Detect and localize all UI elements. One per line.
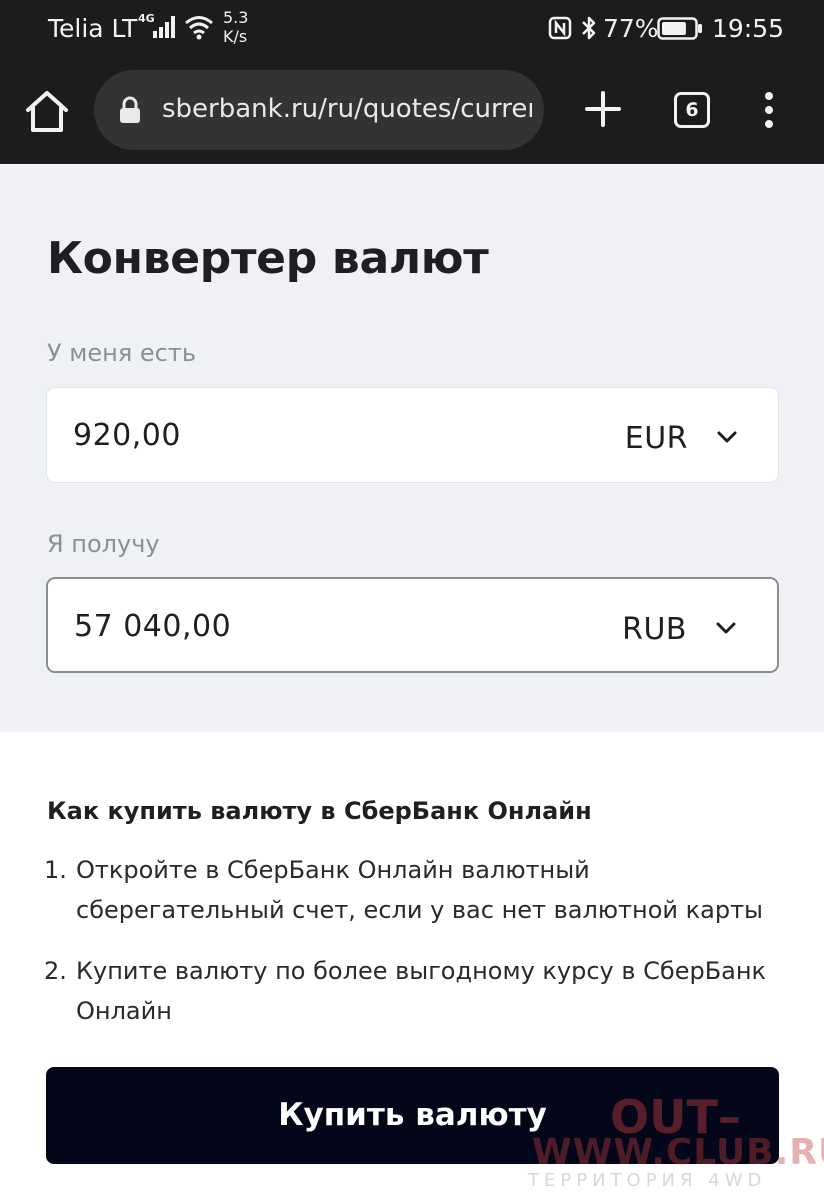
step-number: 1. [44, 856, 67, 884]
currency-converter: Конвертер валют У меня есть 920,00 EUR Я… [0, 165, 824, 732]
watermark-tagline: ТЕРРИТОРИЯ 4WD [528, 1170, 767, 1191]
kebab-menu-icon[interactable] [758, 90, 780, 130]
browser-toolbar: sberbank.ru/ru/quotes/currencyconverter … [0, 60, 824, 164]
get-amount-field[interactable]: 57 040,00 RUB [46, 577, 779, 673]
get-amount-value[interactable]: 57 040,00 [74, 609, 231, 644]
battery-icon [657, 17, 702, 40]
step-text: Откройте в СберБанк Онлайн валютный сбер… [76, 856, 763, 924]
chevron-down-icon[interactable] [715, 621, 737, 635]
nfc-icon [548, 16, 572, 40]
bluetooth-icon [582, 16, 596, 40]
watermark-url: WWW.CLUB.RU [532, 1132, 824, 1173]
status-bar: Telia LT 4G 5.3 K/s 77% 19:55 [0, 0, 824, 60]
have-amount-value[interactable]: 920,00 [73, 418, 181, 453]
battery-percent: 77% [603, 14, 659, 43]
wifi-icon [185, 16, 213, 40]
have-amount-field[interactable]: 920,00 EUR [46, 387, 779, 483]
step-text: Купите валюту по более выгодному курсу в… [76, 957, 767, 1025]
speed-value: 5.3 [223, 8, 249, 27]
url-text[interactable]: sberbank.ru/ru/quotes/currencyconverter [162, 94, 532, 124]
speed-unit: K/s [223, 27, 248, 46]
tabs-icon[interactable]: 6 [674, 92, 710, 128]
tab-count: 6 [685, 99, 699, 121]
signal-icon [153, 16, 175, 38]
lock-icon [120, 96, 140, 123]
home-icon[interactable] [22, 88, 72, 134]
network-speed: 5.3 K/s [223, 8, 248, 46]
plus-icon[interactable] [584, 90, 622, 128]
info-title: Как купить валюту в СберБанк Онлайн [47, 797, 592, 825]
chevron-down-icon[interactable] [716, 430, 738, 444]
address-bar[interactable]: sberbank.ru/ru/quotes/currencyconverter [94, 70, 544, 150]
carrier-name: Telia LT [48, 14, 138, 43]
get-currency-select[interactable]: RUB [622, 612, 687, 647]
get-label: Я получу [47, 530, 160, 558]
have-currency-select[interactable]: EUR [625, 421, 688, 456]
step-number: 2. [44, 957, 67, 985]
have-label: У меня есть [47, 339, 196, 367]
clock: 19:55 [712, 14, 785, 43]
page-title: Конвертер валют [47, 233, 489, 284]
